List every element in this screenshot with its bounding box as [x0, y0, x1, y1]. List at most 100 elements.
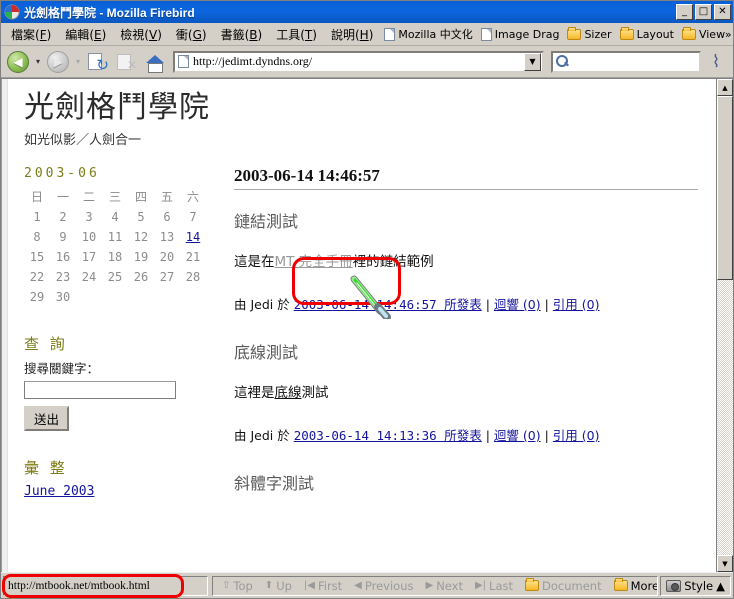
url-dropdown-button[interactable]: ▼ [524, 52, 541, 71]
entry-date-header: 2003-06-14 14:46:57 [234, 166, 698, 190]
bookmark-label: Layout [636, 27, 674, 41]
calendar-weekday: 一 [56, 190, 69, 204]
post-comments-link[interactable]: 迴響 (0) [494, 428, 541, 443]
post-trackbacks-link[interactable]: 引用 (0) [553, 428, 600, 443]
next-arrow-icon: ▶ [425, 580, 434, 591]
menu-item-help[interactable]: 說明(H) [324, 23, 380, 45]
menu-item-go[interactable]: 衝(G) [169, 23, 214, 45]
calendar-day: 13 [159, 229, 175, 244]
calendar-weekday: 二 [82, 190, 95, 204]
bookmark-mozilla-zh[interactable]: Mozilla 中文化 [380, 24, 476, 44]
search-icon [556, 55, 569, 68]
calendar-weekday-row: 日 一 二 三 四 五 六 [24, 187, 206, 207]
calendar-day [76, 287, 102, 307]
menu-item-file[interactable]: 檔案(F) [4, 23, 58, 45]
menu-label-bookmarks: 書籤 [220, 27, 245, 42]
back-button[interactable]: ◀ [5, 49, 31, 75]
post-permalink[interactable]: 2003-06-14 14:46:57 所發表 [294, 297, 482, 312]
main-content: 2003-06-14 14:46:57 鏈結測試 這是在MT 完全手冊裡的鏈結範… [234, 166, 716, 521]
home-button[interactable] [141, 49, 167, 75]
up-arrow-icon: ⬆ [264, 580, 274, 591]
blog-post: 底線測試 這裡是底線測試 由 Jedi 於 2003-06-14 14:13:3… [234, 339, 698, 444]
bookmark-view[interactable]: View» [678, 26, 733, 43]
bookmark-image-drag[interactable]: Image Drag [477, 26, 564, 43]
archive-link-june-2003[interactable]: June 2003 [24, 484, 94, 499]
post-trackbacks-link[interactable]: 引用 (0) [553, 297, 600, 312]
url-bar[interactable]: http://jedimt.dyndns.org/ ▼ [173, 50, 544, 73]
window-title: 光劍格鬥學院 - Mozilla Firebird [24, 5, 195, 20]
menu-item-bookmarks[interactable]: 書籤(B) [214, 23, 270, 45]
blog-post: 斜體字測試 [234, 470, 698, 494]
calendar-day-link-cell: 14 [180, 227, 206, 247]
top-arrow-icon: ⇧ [222, 580, 231, 591]
site-nav-label: Up [276, 578, 292, 593]
calendar-day: 9 [59, 229, 67, 244]
minimize-button[interactable]: _ [676, 4, 693, 20]
scrollbar-thumb[interactable] [717, 96, 733, 280]
site-search-submit-button[interactable]: 送出 [24, 405, 70, 431]
calendar-day: 18 [107, 249, 123, 264]
calendar-day: 5 [137, 209, 145, 224]
calendar-day: 22 [29, 269, 45, 284]
calendar-day: 30 [55, 289, 71, 304]
site-nav-more[interactable]: More [609, 578, 659, 593]
vertical-scrollbar[interactable]: ▲ ▼ [716, 79, 733, 572]
post-permalink[interactable]: 2003-06-14 14:13:36 所發表 [294, 428, 482, 443]
status-url-panel: http://mtbook.net/mtbook.html [2, 573, 208, 598]
calendar-weekday: 五 [160, 190, 173, 204]
bookmark-layout[interactable]: Layout [616, 26, 678, 43]
post-comments-link[interactable]: 迴響 (0) [494, 297, 541, 312]
back-history-dropdown[interactable]: ▾ [33, 49, 43, 75]
scrollbar-track[interactable] [717, 96, 733, 555]
post-title: 底線測試 [234, 342, 299, 362]
menu-item-view[interactable]: 檢視(V) [113, 23, 169, 45]
maximize-button[interactable]: □ [695, 4, 712, 20]
search-submit-wrap: 送出 [24, 399, 234, 431]
site-nav-document[interactable]: Document [520, 578, 607, 593]
post-body-link-mt-manual[interactable]: MT 完全手冊 [275, 254, 353, 270]
bookmark-sizer[interactable]: Sizer [563, 26, 615, 43]
reload-button[interactable] [85, 49, 111, 75]
calendar-day: 11 [107, 229, 123, 244]
status-url-text: http://mtbook.net/mtbook.html [8, 579, 150, 592]
calendar-day: 8 [33, 229, 41, 244]
site-nav-label: Document [542, 578, 602, 593]
calendar-day: 17 [81, 249, 97, 264]
post-title: 鏈結測試 [234, 211, 299, 231]
page-icon [384, 27, 396, 41]
site-tagline: 如光似影／人劍合一 [24, 132, 142, 148]
menu-item-tools[interactable]: 工具(T) [269, 23, 324, 45]
calendar-week-row: 29 30 [24, 287, 206, 307]
url-input[interactable]: http://jedimt.dyndns.org/ [193, 54, 524, 69]
sidebar: 2003-06 日 一 二 三 四 五 六 1 2 3 4 5 6 7 8 9 … [8, 166, 234, 521]
status-bar: http://mtbook.net/mtbook.html ⇧ Top ⬆ Up… [1, 572, 733, 598]
site-nav-label: Previous [364, 578, 414, 593]
calendar-day: 3 [85, 209, 93, 224]
site-nav-label: More [630, 578, 659, 593]
close-button[interactable]: ✕ [714, 4, 731, 20]
scroll-up-button[interactable]: ▲ [717, 79, 733, 96]
search-bar[interactable] [551, 50, 701, 73]
camera-icon [666, 579, 682, 592]
calendar-weekday: 四 [134, 190, 147, 204]
post-body-text-after: 裡的鏈結範例 [352, 253, 434, 270]
calendar-table: 日 一 二 三 四 五 六 1 2 3 4 5 6 7 8 9 10 11 12… [24, 187, 206, 307]
menu-mnemonic-tools: T [304, 27, 313, 42]
menu-item-edit[interactable]: 編輯(E) [58, 23, 113, 45]
reload-icon [87, 52, 109, 74]
calendar-title: 2003-06 [24, 165, 100, 181]
browser-window: 光劍格鬥學院 - Mozilla Firebird _ □ ✕ 檔案(F) 編輯… [0, 0, 734, 599]
style-selector-button[interactable]: Style ▲ [660, 575, 731, 596]
calendar-day: 15 [29, 249, 45, 264]
post-footer-author: 由 Jedi 於 [234, 428, 290, 443]
site-nav-label: Top [233, 578, 253, 593]
archive-heading: 彙 整 [24, 458, 68, 477]
calendar-day: 1 [33, 209, 41, 224]
calendar-day-link[interactable]: 14 [186, 230, 200, 244]
site-search-input[interactable] [24, 380, 176, 399]
post-footer-separator: | [485, 296, 490, 312]
scroll-down-button[interactable]: ▼ [717, 555, 733, 572]
site-nav-label: Last [489, 578, 514, 593]
browser-viewport: 光劍格鬥學院 如光似影／人劍合一 2003-06 日 一 二 三 四 五 六 1… [1, 78, 733, 572]
post-body-text-after: 測試 [301, 384, 329, 401]
